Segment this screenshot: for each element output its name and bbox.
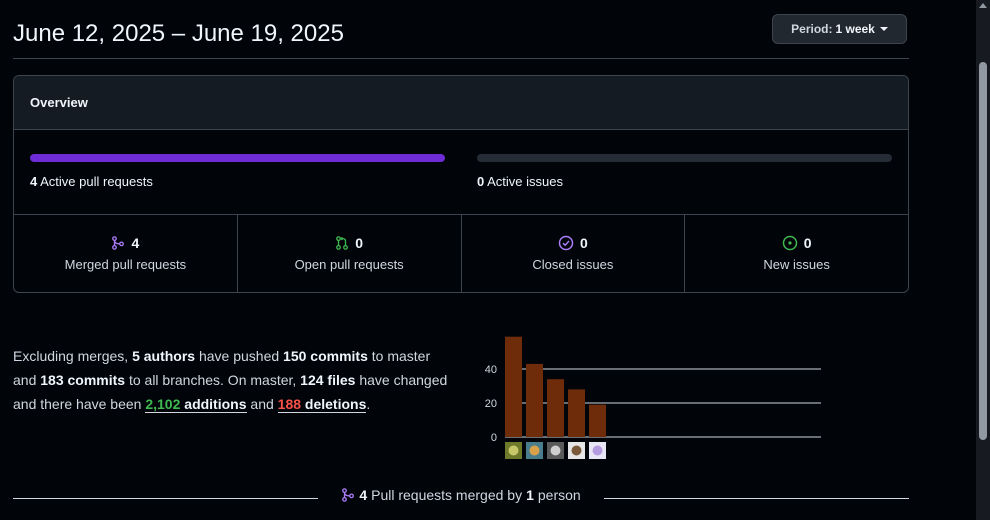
period-prefix: Period: [791,22,833,36]
title-divider [13,58,909,59]
avatar-figure [529,445,540,456]
deletions-word: deletions [301,396,367,412]
stat-new-issues[interactable]: 0 New issues [685,215,908,292]
period-dropdown-button[interactable]: Period: 1 week [772,14,907,44]
merged-prs-count: 4 [359,487,368,503]
avatar-figure [571,445,582,456]
additions-word: additions [180,396,247,412]
bar-author-5 [589,404,606,437]
active-prs-label: Active pull requests [40,174,153,189]
avatar-figure [592,445,603,456]
bar-author-2 [526,363,543,437]
summary-text: have pushed [195,348,284,364]
issue-closed-icon [558,235,574,251]
active-issues-bar[interactable] [477,154,892,162]
active-prs-link[interactable]: 4 Active pull requests [30,174,153,189]
y-tick-label: 20 [485,398,497,410]
issue-opened-icon [782,235,797,251]
merge-icon [112,236,125,250]
summary-text: to all branches. On master, [125,372,301,388]
files-count: 124 files [300,372,356,388]
author-avatar[interactable] [589,442,606,459]
all-commits-count: 183 commits [40,372,126,388]
active-issues-count: 0 [477,174,485,189]
overview-stats: 4 Merged pull requests 0 Open pull reque… [14,215,908,292]
merged-people-count: 1 [526,487,534,503]
additions-link[interactable]: 2,102 additions [145,396,247,413]
bar-author-4 [568,389,585,437]
author-avatar[interactable] [526,442,543,459]
closed-issues-count: 0 [579,235,588,251]
open-prs-count: 0 [355,235,364,251]
vertical-scrollbar[interactable] [976,0,990,520]
pull-request-open-icon [336,236,349,250]
deletions-link[interactable]: 188 deletions [277,396,367,413]
scrollbar-thumb[interactable] [979,62,987,440]
author-avatar[interactable] [505,442,522,459]
pulse-content: June 12, 2025 – June 19, 2025 Period: 1 … [13,0,909,520]
stat-open-prs[interactable]: 0 Open pull requests [238,215,462,292]
caret-down-icon [879,27,888,31]
summary-text: and [246,396,278,412]
avatar-figure [550,445,561,456]
new-issues-label: New issues [763,257,830,272]
closed-issues-label: Closed issues [532,257,614,272]
authors-count: 5 authors [132,348,196,364]
merged-prs-text: Pull requests merged by [371,487,523,503]
active-issues-link[interactable]: 0 Active issues [477,174,563,189]
merged-prs-section-header: 4 Pull requests merged by 1 person [13,487,909,507]
overview-bars: 4 Active pull requests 0 Active issues [14,130,908,215]
merge-icon [342,488,355,502]
deletions-count: 188 [277,396,302,412]
master-commits-count: 150 commits [283,348,368,364]
author-avatar[interactable] [568,442,585,459]
merged-label: Merged pull requests [64,257,187,272]
active-prs-bar-fill [30,154,445,162]
author-avatar[interactable] [547,442,564,459]
merged-people-text: person [537,487,581,503]
active-prs-count: 4 [30,174,38,189]
open-prs-label: Open pull requests [294,257,404,272]
period-value: 1 week [835,22,875,36]
y-tick-label: 40 [485,364,497,376]
new-issues-count: 0 [803,235,812,251]
summary-text: . [366,396,371,412]
scroll-up-arrow-icon[interactable] [979,3,987,8]
overview-header: Overview [14,76,908,130]
avatar-figure [508,445,519,456]
merged-count: 4 [131,235,140,251]
summary-text: Excluding merges, [13,348,133,364]
y-tick-label: 0 [491,432,497,444]
active-issues-label: Active issues [487,174,564,189]
bar-author-1 [505,336,522,437]
page-title: June 12, 2025 – June 19, 2025 [13,20,344,47]
stat-merged-prs[interactable]: 4 Merged pull requests [14,215,238,292]
stat-closed-issues[interactable]: 0 Closed issues [462,215,686,292]
bar-author-3 [547,379,564,437]
overview-box: Overview 4 Active pull requests 0 Active… [13,75,909,293]
additions-count: 2,102 [145,396,181,412]
commits-by-author-chart: 0 20 40 [485,336,821,459]
commit-summary: Excluding merges, 5 authors have pushed … [13,344,453,416]
active-prs-bar[interactable] [30,154,445,162]
